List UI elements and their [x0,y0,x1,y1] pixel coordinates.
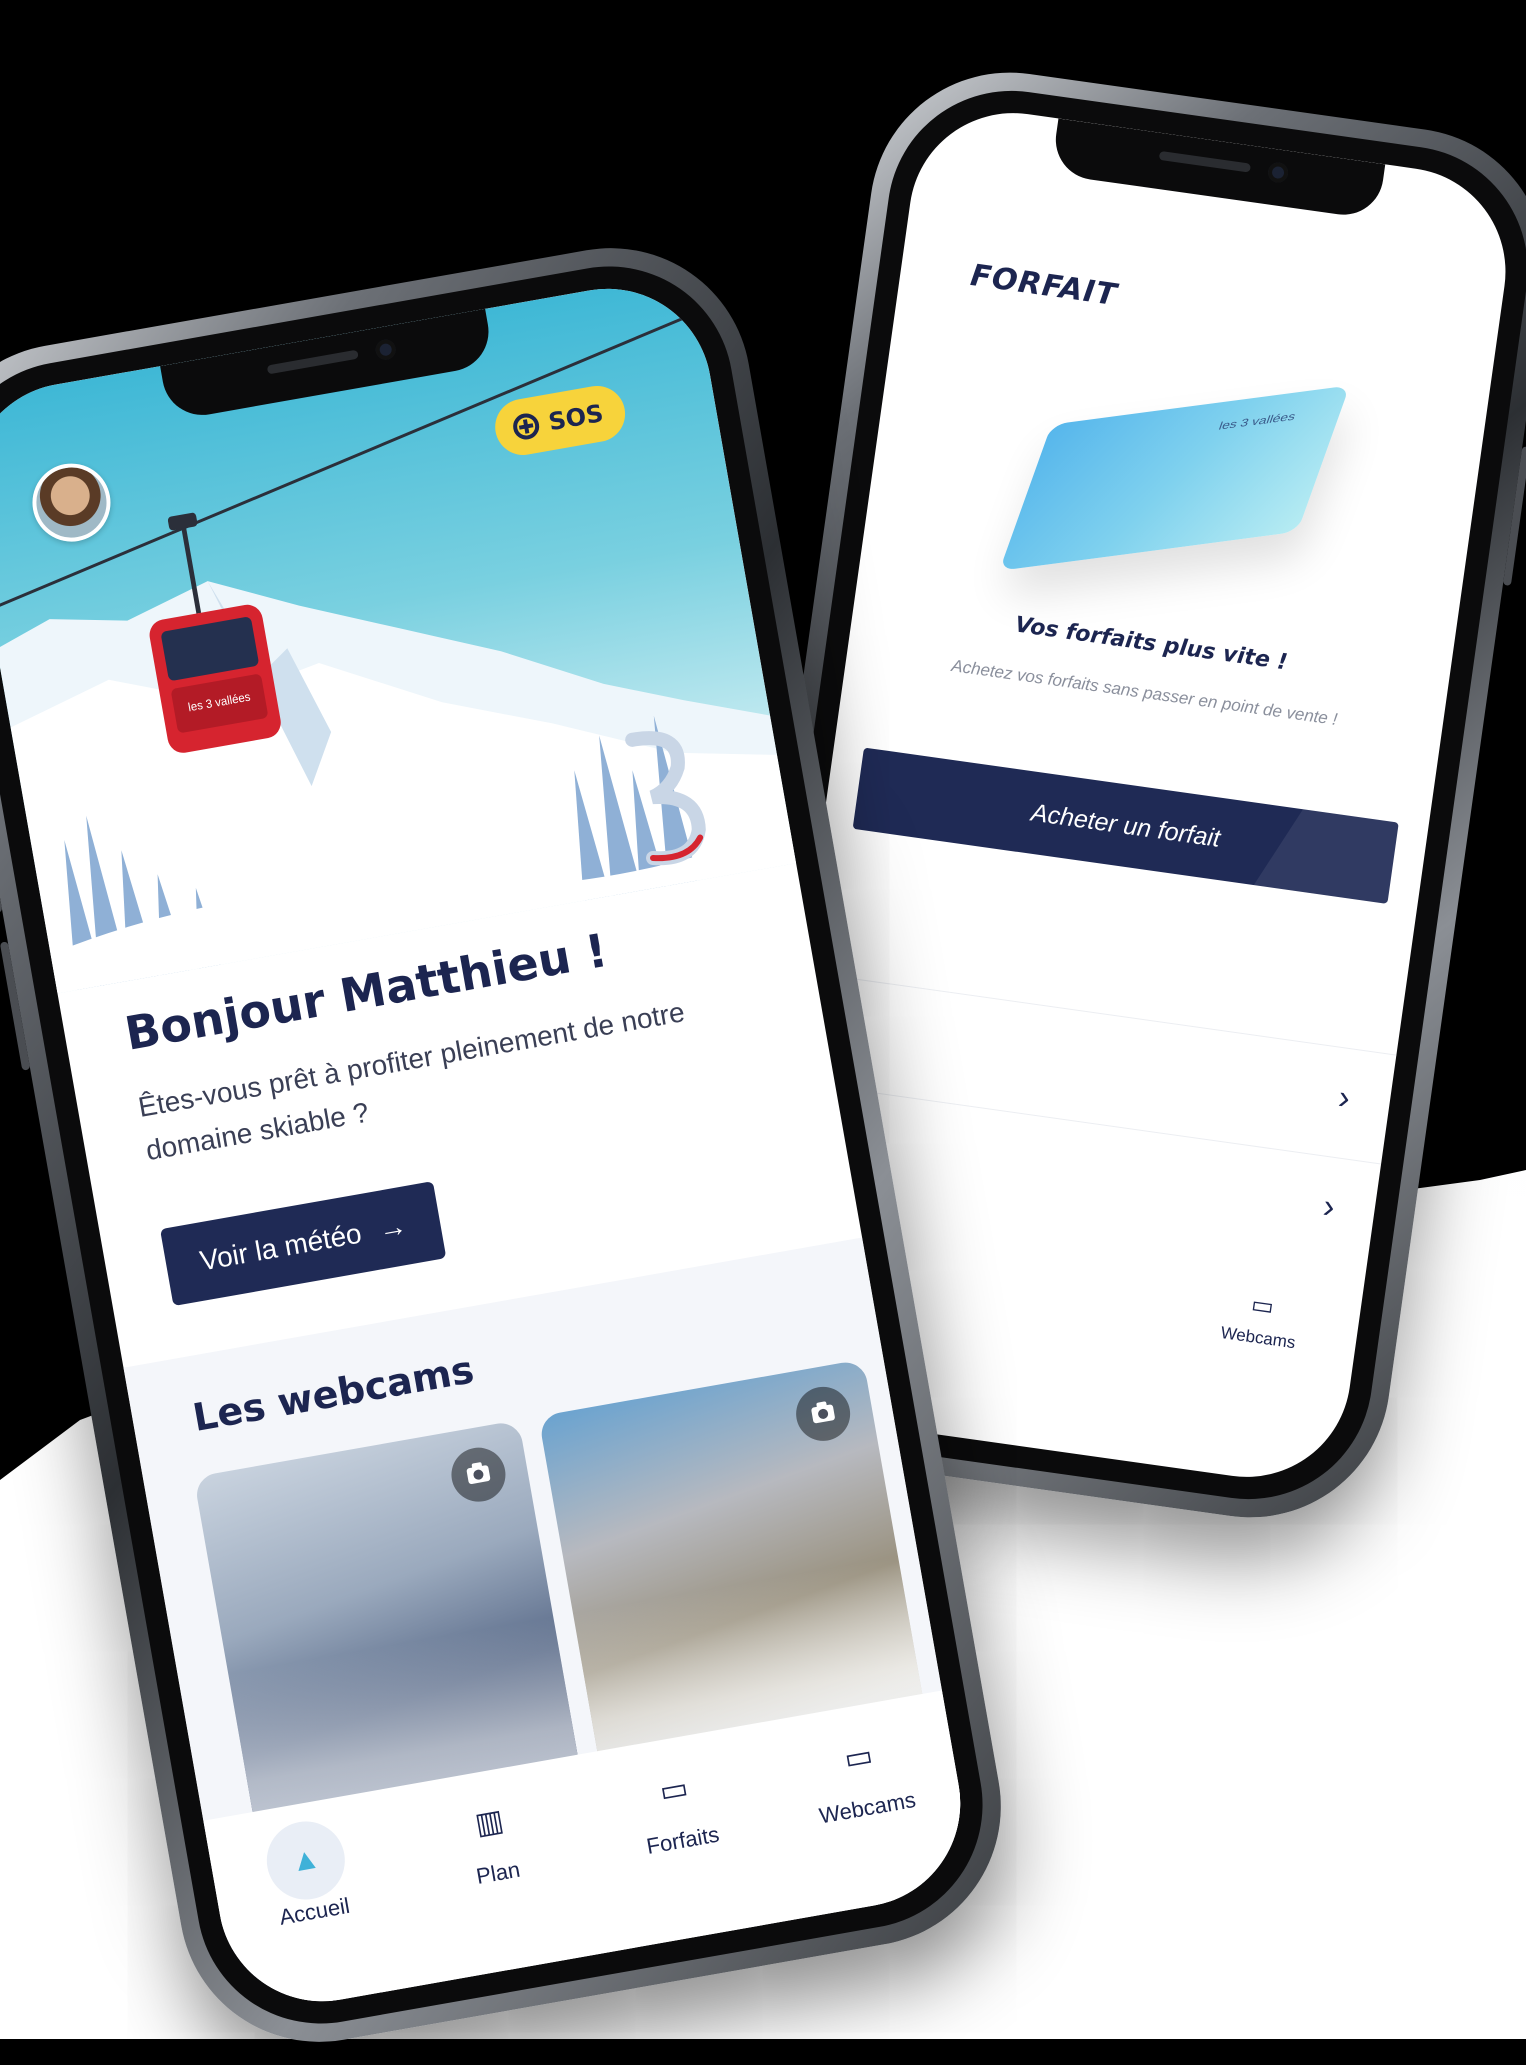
notch [1050,118,1386,220]
tab-webcams[interactable]: ▭ Webcams [776,1720,949,1834]
tab-webcams[interactable]: ▭ Webcams [1219,1286,1301,1353]
volume-down-button [0,941,31,1071]
mountain-icon: ▲ [260,1815,351,1906]
camera-button[interactable] [791,1382,855,1446]
tab-label: Webcams [1219,1322,1297,1353]
power-button [1502,446,1526,586]
map-icon: ▥ [472,1803,507,1842]
sos-label: SOS [546,399,606,437]
tab-label: Webcams [817,1786,918,1829]
emergency-plus-icon [511,411,542,442]
card-logo: les 3 vallées [1217,409,1298,433]
front-camera [1266,161,1290,184]
weather-button-label: Voir la météo [197,1217,364,1277]
chevron-right-icon: › [1336,1078,1353,1118]
tab-label: Forfaits [644,1821,722,1859]
video-camera-icon: ▭ [1249,1290,1276,1321]
camera-button[interactable] [447,1443,510,1506]
page-title: FORFAIT [968,257,1120,314]
speaker [266,349,359,375]
camera-icon [810,1404,836,1424]
tab-label: Plan [474,1856,522,1889]
tab-plan[interactable]: ▥ Plan [406,1786,579,1900]
ski-pass-card-illustration: les 3 vallées [999,385,1350,571]
tab-label: Accueil [277,1892,352,1930]
arrow-right-icon: → [376,1209,410,1246]
buy-pass-button[interactable]: Acheter un forfait [852,747,1399,904]
ticket-card-icon: ▭ [657,1771,691,1809]
section-title: Les webcams [189,1347,478,1440]
video-camera-icon: ▭ [841,1738,876,1777]
chevron-right-icon: › [1320,1187,1338,1227]
tab-accueil[interactable]: ▲ Accueil [222,1815,396,1938]
front-camera [374,338,398,362]
speaker [1158,150,1252,173]
tab-forfaits[interactable]: ▭ Forfaits [591,1753,764,1867]
weather-button[interactable]: Voir la météo → [159,1181,447,1307]
camera-icon [466,1464,491,1485]
